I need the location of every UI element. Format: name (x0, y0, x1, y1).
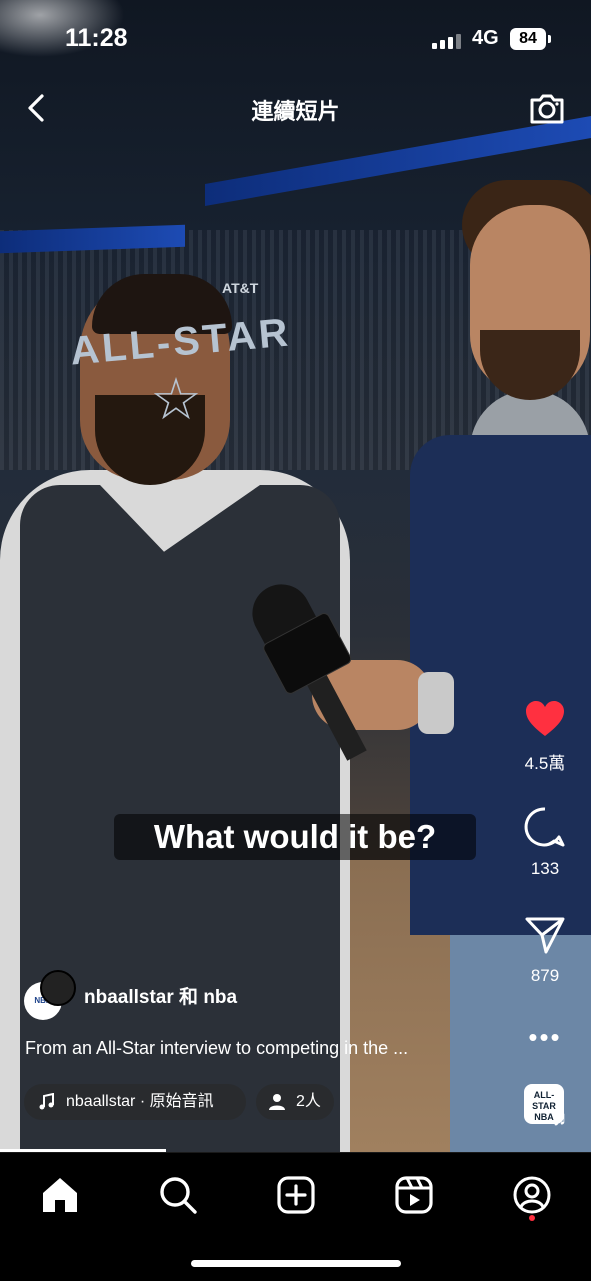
notification-dot (529, 1215, 535, 1221)
send-icon (525, 917, 565, 954)
jersey-sponsor: AT&T (222, 280, 259, 296)
reels-icon (395, 1176, 433, 1214)
nav-search[interactable] (156, 1173, 200, 1217)
tagged-people-chip[interactable]: 2人 (256, 1084, 334, 1120)
camera-icon (530, 94, 564, 124)
nav-profile[interactable] (510, 1173, 554, 1217)
profile-icon (513, 1176, 551, 1214)
status-time: 11:28 (65, 24, 128, 52)
comment-count: 133 (530, 859, 560, 878)
people-count: 2人 (296, 1093, 321, 1110)
post-users[interactable]: nbaallstar 和 nba (84, 982, 237, 1009)
avatar-secondary[interactable] (40, 970, 76, 1006)
home-icon (43, 1178, 77, 1212)
search-icon (160, 1177, 197, 1214)
nav-home[interactable] (38, 1173, 82, 1217)
heart-icon (526, 701, 564, 736)
post-description[interactable]: From an All-Star interview to competing … (25, 1038, 408, 1059)
battery-tip (548, 35, 551, 43)
signal-icon (432, 33, 462, 49)
reel-video[interactable]: AT&T ALL-STAR ☆ What would it be? (0, 0, 591, 1152)
more-icon: ••• (528, 1022, 562, 1052)
share-count: 879 (530, 966, 560, 985)
comment-icon (524, 807, 565, 847)
music-note-icon (39, 1093, 54, 1110)
home-indicator[interactable] (191, 1260, 401, 1267)
star-logo-icon: ☆ (150, 367, 202, 432)
like-count: 4.5萬 (524, 754, 566, 773)
person-icon (269, 1094, 285, 1110)
nav-reels[interactable] (392, 1173, 436, 1217)
battery-icon: 84 (510, 28, 546, 50)
audio-chip[interactable]: nbaallstar · 原始音訊 (24, 1084, 246, 1120)
comment-button[interactable]: 133 (505, 806, 585, 879)
like-button[interactable]: 4.5萬 (505, 700, 585, 774)
camera-button[interactable] (527, 88, 567, 128)
wristwatch (418, 672, 454, 734)
nav-create[interactable] (274, 1173, 318, 1217)
more-options-button[interactable]: ••• (505, 1022, 585, 1053)
video-caption: What would it be? (114, 814, 476, 860)
interviewer-right (410, 180, 591, 1152)
music-note-icon: ♫ (552, 1108, 567, 1130)
audio-label: nbaallstar · 原始音訊 (66, 1093, 214, 1110)
network-type: 4G (472, 27, 499, 49)
add-post-icon (277, 1176, 315, 1214)
page-title: 連續短片 (251, 99, 340, 124)
share-button[interactable]: 879 (505, 915, 585, 986)
